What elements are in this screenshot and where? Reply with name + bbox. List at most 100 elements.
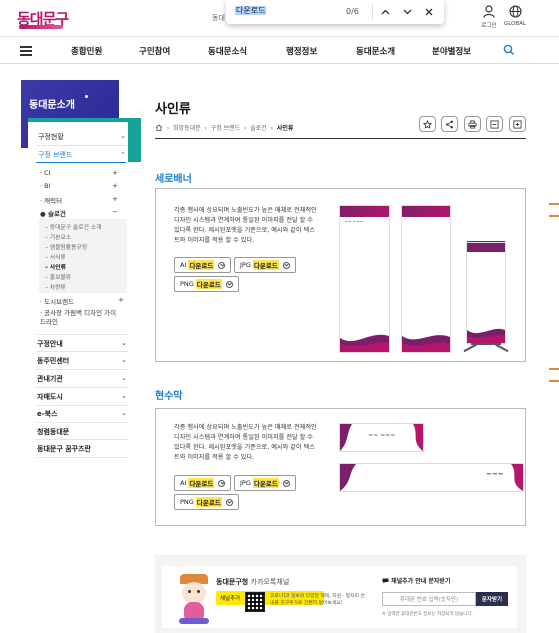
zoom-out-button[interactable] — [486, 116, 503, 132]
nav-item-civil[interactable]: 종합민원 — [71, 45, 102, 57]
global-button[interactable]: GLOBAL — [502, 5, 528, 31]
global-label: GLOBAL — [503, 21, 527, 27]
chevron-down-icon: ⌄ — [121, 392, 127, 400]
close-icon — [425, 8, 433, 16]
sidebar-forms[interactable]: – 서식류 — [45, 252, 66, 261]
sidebar-divider — [36, 439, 128, 440]
kakao-channel-card: 동대문구청 카카오톡채널 채널추가 코로나19 정보와 다양한 혜택, 지원 ·… — [162, 566, 517, 628]
main-nav: 종합민원 구민참여 동대문소식 행정정보 동대문소개 분야별정보 — [0, 38, 559, 64]
sidebar-item-community[interactable]: 동주민센터 — [37, 356, 69, 366]
sidebar-item-integrity[interactable]: 청렴동대문 — [37, 427, 69, 437]
sidebar-hero-dot — [85, 95, 88, 98]
sidebar-sub-city-brand[interactable]: · 도시브랜드 — [40, 296, 74, 306]
banner-bottom-wave — [340, 334, 389, 352]
sidebar-divider — [36, 457, 128, 458]
favorite-button[interactable] — [419, 116, 436, 132]
find-input[interactable]: 다운로드 — [235, 5, 348, 19]
header-hidden-text: 동대 — [212, 14, 225, 22]
print-icon — [468, 119, 477, 129]
download-ai-button[interactable]: AI 다운로드 — [174, 257, 232, 273]
print-button[interactable] — [464, 116, 481, 132]
sidebar-sub-ci[interactable]: · CI — [40, 169, 51, 177]
sidebar-item-ebooks[interactable]: e-북스 — [37, 409, 58, 419]
download-jpg-button[interactable]: JPG 다운로드 — [234, 475, 296, 491]
download-icon — [282, 479, 290, 487]
download-icon — [218, 261, 226, 269]
vertical-banner-desc: 각종 행사에 상요되며 노출빈도가 높은 매체로 전체적인 디자인 시스템과 연… — [174, 207, 317, 244]
edge-marker — [549, 380, 559, 382]
placard-logo-script: ~~~ — [486, 469, 504, 478]
nav-item-intro[interactable]: 동대문소개 — [356, 45, 395, 57]
qr-code — [245, 592, 265, 612]
kakao-channel-desc: 코로나19 정보와 다양한 혜택, 지원 · 일자리 안내를 친구추가로 간편히… — [270, 594, 365, 606]
plus-icon: + — [112, 195, 118, 203]
menu-icon[interactable] — [20, 46, 32, 56]
sidebar-item-dreams[interactable]: 동대문구 꿈꾸즈란 — [37, 444, 91, 454]
sidebar-basic-elements[interactable]: – 기본요소 — [45, 232, 71, 241]
nav-item-participation[interactable]: 구민참여 — [139, 45, 170, 57]
find-next-button[interactable] — [399, 4, 415, 20]
share-button[interactable] — [441, 116, 458, 132]
zoom-in-button[interactable] — [509, 116, 526, 132]
sidebar-sub-construction[interactable]: · 공사장 가림벽 디자인 가이드라인 — [40, 309, 122, 327]
search-icon — [503, 44, 515, 56]
sidebar-item-guide[interactable]: 구정안내 — [37, 339, 63, 349]
sidebar-promo[interactable]: – 홍보물류 — [45, 272, 71, 281]
banner-bottom-wave — [402, 335, 450, 352]
sidebar-vehicle[interactable]: – 차량류 — [45, 282, 66, 291]
sidebar-divider — [36, 405, 128, 406]
download-ai-button[interactable]: AI 다운로드 — [174, 475, 232, 491]
breadcrumb-item[interactable]: 구정 브랜드 — [211, 125, 241, 132]
nav-item-admin[interactable]: 행정정보 — [286, 45, 317, 57]
site-logo[interactable]: 동대문구 — [17, 5, 69, 31]
sidebar-item-agencies[interactable]: 관내기관 — [37, 374, 63, 384]
find-close-button[interactable] — [421, 4, 437, 20]
sidebar-item-brand[interactable]: 구정 브랜드 — [38, 150, 72, 160]
kakao-add-friend-label: 채널추가 — [220, 596, 241, 602]
placard-preview-2: ~~~ — [340, 464, 523, 491]
banner-slogan: ~~ ~~~ — [345, 219, 364, 224]
placard-desc: 각종 행사에 상요되며 노출빈도가 높은 매체로 전체적인 디자인 시스템과 연… — [174, 424, 317, 461]
nav-item-news[interactable]: 동대문소식 — [208, 45, 247, 57]
sidebar-emblem-rules[interactable]: – 엠블럼활용규정 — [45, 242, 87, 251]
login-button[interactable]: 로그인 — [478, 5, 500, 31]
find-divider — [372, 4, 373, 20]
globe-icon — [508, 5, 522, 18]
sidebar-signs-active[interactable]: – 사인류 — [45, 262, 66, 271]
sms-send-button[interactable]: 문자받기 — [476, 592, 508, 606]
breadcrumb-item[interactable]: 희망동대문 — [173, 125, 201, 132]
sidebar-sub-bi[interactable]: · BI — [40, 182, 51, 190]
sidebar-slogan-intro[interactable]: – 동대문구 슬로건 소개 — [45, 222, 101, 231]
zoom-in-icon — [513, 119, 522, 129]
sms-send-label: 문자받기 — [481, 597, 503, 603]
placard-slogan: ~~ ~~~ — [368, 432, 396, 439]
breadcrumb-item[interactable]: 슬로건 — [250, 125, 267, 132]
download-icon — [225, 498, 233, 506]
sidebar-sub-slogan[interactable]: ● 슬로건 — [40, 208, 66, 218]
download-icon — [225, 280, 233, 288]
sms-note: ※ 입력한 휴대폰번호 정보는 저장되지 않습니다. — [382, 612, 474, 617]
vertical-banner-box: 각종 행사에 상요되며 노출빈도가 높은 매체로 전체적인 디자인 시스템과 연… — [155, 188, 526, 362]
page-title: 사인류 — [155, 102, 191, 117]
sidebar-item-sister-city[interactable]: 자매도시 — [37, 392, 63, 402]
sidebar-sub-character[interactable]: · 캐릭터 — [40, 195, 62, 205]
minus-icon: − — [112, 208, 118, 216]
vertical-banner-stand-preview — [461, 241, 511, 354]
nav-item-fields[interactable]: 분야별정보 — [432, 45, 471, 57]
download-png-button[interactable]: PNG 다운로드 — [174, 494, 239, 510]
phone-input[interactable]: 휴대폰 번호 입력(숫자만) — [382, 592, 476, 606]
sidebar-divider — [36, 422, 128, 423]
find-prev-button[interactable] — [377, 4, 393, 20]
nav-search-button[interactable] — [503, 44, 517, 58]
mascot-illustration — [176, 574, 212, 626]
find-count: 0/6 — [346, 7, 359, 16]
download-jpg-button[interactable]: JPG 다운로드 — [234, 257, 296, 273]
find-query: 다운로드 — [235, 6, 267, 15]
breadcrumb: › 희망동대문 › 구정 브랜드 › 슬로건 › 사인류 — [155, 123, 293, 132]
edge-marker — [549, 203, 559, 205]
download-png-button[interactable]: PNG 다운로드 — [174, 276, 239, 292]
chevron-down-icon — [403, 9, 411, 15]
home-icon[interactable] — [155, 124, 163, 131]
sidebar-active-line — [36, 162, 126, 163]
sidebar-item-status[interactable]: 구정현황 — [38, 132, 64, 142]
